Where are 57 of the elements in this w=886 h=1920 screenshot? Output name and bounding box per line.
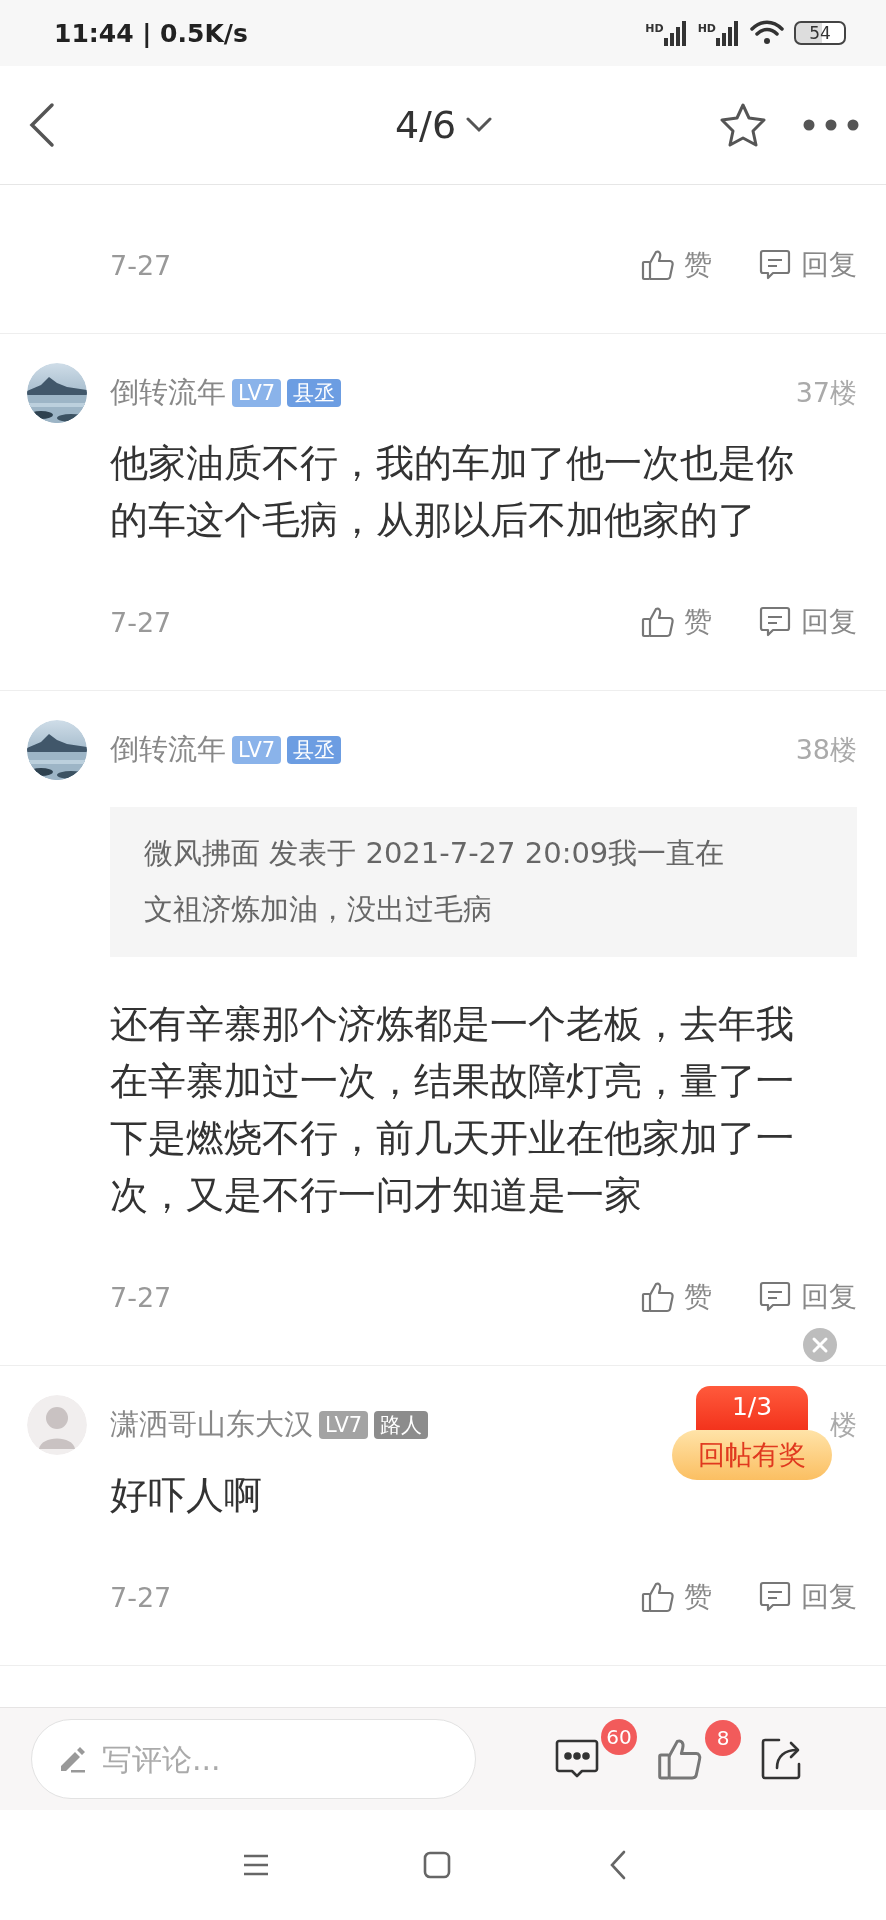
reply-icon[interactable] bbox=[758, 248, 792, 282]
back-icon[interactable] bbox=[609, 1850, 627, 1880]
menu-icon[interactable] bbox=[243, 1854, 269, 1876]
page-counter[interactable]: 4/6 bbox=[394, 103, 457, 147]
star-icon[interactable] bbox=[719, 102, 767, 148]
post-date: 7-27 bbox=[110, 606, 173, 638]
like-count-badge: 8 bbox=[705, 1720, 741, 1756]
username[interactable]: 倒转流年 bbox=[110, 730, 226, 770]
reply-link[interactable]: 回复 bbox=[801, 246, 857, 284]
back-icon[interactable] bbox=[28, 102, 56, 148]
comment-text: 他家油质不行，我的车加了他一次也是你的车这个毛病，从那以后不加他家的了 bbox=[110, 440, 795, 544]
user-tag: 路人 bbox=[374, 1411, 429, 1439]
like-link[interactable]: 赞 bbox=[684, 1278, 712, 1316]
like-icon[interactable] bbox=[641, 605, 675, 639]
more-icon[interactable] bbox=[803, 119, 859, 131]
reply-link[interactable]: 回复 bbox=[801, 1578, 857, 1616]
floor-number: 楼 bbox=[830, 1408, 857, 1442]
like-icon[interactable] bbox=[641, 1580, 675, 1614]
username[interactable]: 潇洒哥山东大汉 bbox=[110, 1405, 313, 1445]
signal-icon bbox=[716, 20, 740, 46]
status-time: 11:44 | 0.5K/s bbox=[54, 18, 249, 48]
quoted-reply: 微风拂面 发表于 2021-7-27 20:09我一直在文祖济炼加油，没出过毛病 bbox=[110, 807, 857, 957]
battery-level: 54 bbox=[794, 21, 846, 45]
home-icon[interactable] bbox=[423, 1851, 451, 1879]
reply-icon[interactable] bbox=[758, 1280, 792, 1314]
floor-number: 38楼 bbox=[795, 733, 857, 767]
post-date: 7-27 bbox=[110, 1581, 173, 1613]
comment-text: 还有辛寨那个济炼都是一个老板，去年我在辛寨加过一次，结果故障灯亮，量了一下是燃烧不行，前几天开业在他家加了一次，又是不行一问才知道是一家 bbox=[110, 1001, 795, 1219]
comment-field[interactable]: 写评论... bbox=[31, 1719, 476, 1799]
user-tag: LV7 bbox=[232, 379, 282, 407]
post-date: 7-27 bbox=[110, 249, 173, 281]
reward-button[interactable]: 回帖有奖 bbox=[672, 1430, 832, 1480]
reply-icon[interactable] bbox=[758, 605, 792, 639]
reward-counter[interactable]: 1/3 bbox=[696, 1386, 808, 1430]
reply-link[interactable]: 回复 bbox=[801, 603, 857, 641]
like-link[interactable]: 赞 bbox=[684, 603, 712, 641]
reply-icon[interactable] bbox=[758, 1580, 792, 1614]
post-date: 7-27 bbox=[110, 1281, 173, 1313]
comment-text: 好吓人啊 bbox=[110, 1472, 263, 1519]
like-icon[interactable] bbox=[641, 248, 675, 282]
wifi-icon bbox=[750, 20, 784, 46]
signal-icon bbox=[663, 20, 688, 46]
user-tag: 县丞 bbox=[287, 379, 342, 407]
like-link[interactable]: 赞 bbox=[684, 246, 712, 284]
network-type-label: HD bbox=[645, 22, 664, 35]
floor-number: 37楼 bbox=[795, 376, 857, 410]
user-tag: 县丞 bbox=[287, 736, 342, 764]
username[interactable]: 倒转流年 bbox=[110, 373, 226, 413]
chevron-down-icon[interactable] bbox=[466, 117, 493, 133]
user-tag: LV7 bbox=[232, 736, 282, 764]
like-icon[interactable] bbox=[641, 1280, 675, 1314]
comment-count-badge: 60 bbox=[601, 1719, 637, 1755]
reply-link[interactable]: 回复 bbox=[801, 1278, 857, 1316]
avatar-icon bbox=[27, 1395, 87, 1455]
user-tag: LV7 bbox=[319, 1411, 369, 1439]
network-type-label: HD bbox=[697, 22, 716, 35]
like-link[interactable]: 赞 bbox=[684, 1578, 712, 1616]
